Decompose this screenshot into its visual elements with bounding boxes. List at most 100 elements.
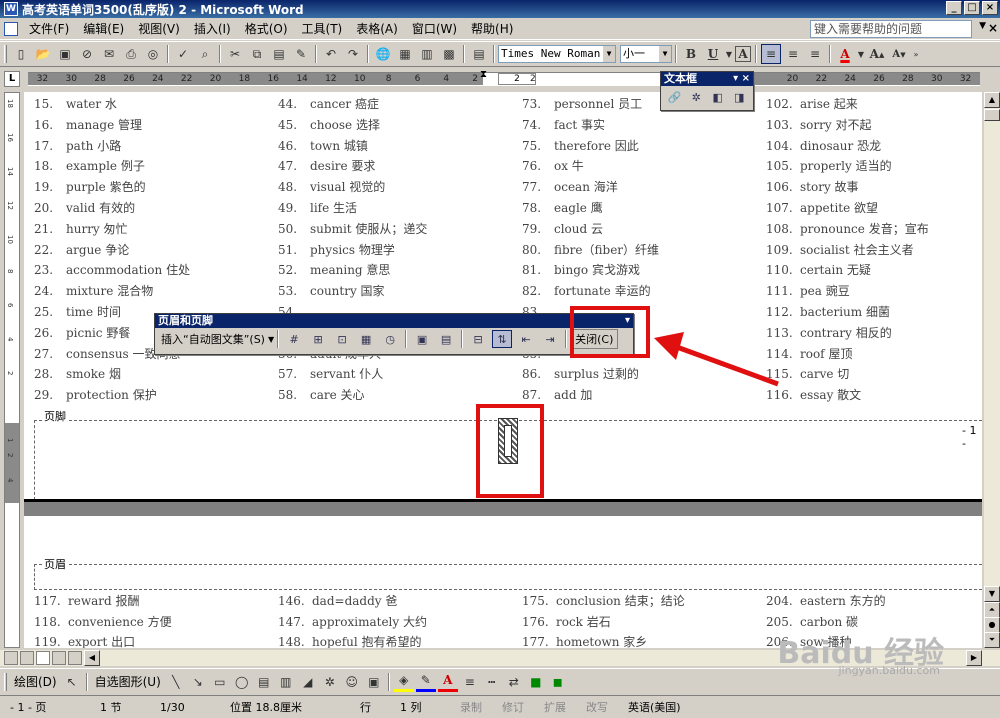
shrink-font-button[interactable]: A ▼ [889,44,909,64]
print-preview-icon[interactable]: ◎ [143,44,163,64]
fill-color-icon[interactable]: ◈ [393,672,414,692]
tables-borders-icon[interactable]: ▦ [395,44,415,64]
document-icon[interactable] [4,21,18,36]
research-icon[interactable]: ⌕ [195,44,215,64]
ruler-strip[interactable]: 2 ⧗ 32 30 28 26 24 22 20 18 16 14 12 10 8 6 4 2 2 20 22 24 2… [28,69,980,86]
next-textbox-icon[interactable]: ◨ [731,88,749,106]
header-footer-toolbar-title[interactable]: 页眉和页脚 ▾ [155,314,633,328]
create-link-icon[interactable]: 🔗 [666,88,684,106]
tab-selector[interactable]: L [4,71,20,87]
line-color-icon[interactable]: ✎ [415,672,436,692]
format-page-number-icon[interactable]: ⊡ [332,330,352,348]
hyperlink-icon[interactable]: 🌐 [373,44,393,64]
font-color-button[interactable]: A [835,44,855,64]
dash-style-icon[interactable]: ┅ [482,672,502,692]
header-area[interactable] [34,564,982,590]
same-as-previous-icon[interactable]: ⊟ [468,330,488,348]
print-view-icon[interactable] [36,651,50,665]
format-painter-icon[interactable]: ✎ [291,44,311,64]
textbox-toolbar[interactable]: 文本框 ▾ × 🔗 ✲ ◧ ◨ [660,71,754,111]
status-record[interactable]: 录制 [450,699,492,715]
scroll-right-icon[interactable]: ▶ [966,650,982,666]
chevron-down-icon[interactable]: ▼ [603,46,615,62]
outline-view-icon[interactable] [52,651,66,665]
scroll-thumb[interactable] [984,109,1000,121]
help-search-input[interactable]: 键入需要帮助的问题 [810,20,972,38]
save-icon[interactable]: ▣ [55,44,75,64]
cut-icon[interactable]: ✂ [225,44,245,64]
permission-icon[interactable]: ⊘ [77,44,97,64]
menu-format[interactable]: 格式(O) [238,19,295,39]
wordart-icon[interactable]: ◢ [298,672,318,692]
open-icon[interactable]: 📂 [33,44,53,64]
maximize-button[interactable]: □ [964,1,980,15]
oval-icon[interactable]: ◯ [232,672,252,692]
menu-file[interactable]: 文件(F) [22,19,76,39]
paste-icon[interactable]: ▤ [269,44,289,64]
vertical-text-box-icon[interactable]: ▥ [276,672,296,692]
document-page-area[interactable]: 15. water 水 44. cancer 癌症 73. personnel 员工 102… [24,92,982,648]
columns-icon[interactable]: ▤ [469,44,489,64]
scroll-left-icon[interactable]: ◀ [84,650,100,666]
draw-menu-button[interactable]: 绘图(D) [10,673,61,690]
previous-page-icon[interactable]: ⏶ [984,602,1000,618]
arrow-icon[interactable]: ↘ [188,672,208,692]
undo-icon[interactable]: ↶ [321,44,341,64]
insert-autotext-button[interactable]: 插入“自动图文集”(S) [158,331,268,347]
status-track[interactable]: 修订 [492,699,534,715]
insert-date-icon[interactable]: ▦ [356,330,376,348]
3d-icon[interactable]: ◼ [548,672,568,692]
first-line-indent-icon[interactable]: ⧗ [480,69,487,80]
draw-font-color-icon[interactable]: A [437,672,458,692]
autoshapes-button[interactable]: 自选图形(U) [91,673,165,690]
status-overtype[interactable]: 改写 [576,699,618,715]
underline-dropdown-icon[interactable]: ▼ [725,44,733,64]
toolbar-options-icon[interactable]: » [911,44,921,64]
menu-edit[interactable]: 编辑(E) [76,19,131,39]
align-right-icon[interactable]: ≡ [805,44,825,64]
grow-font-button[interactable]: A ▲ [867,44,887,64]
scroll-down-icon[interactable]: ▼ [984,586,1000,602]
minimize-button[interactable]: _ [946,1,962,15]
insert-excel-icon[interactable]: ▩ [439,44,459,64]
close-document-icon[interactable]: × [988,21,998,35]
web-view-icon[interactable] [20,651,34,665]
menu-view[interactable]: 视图(V) [131,19,187,39]
header-footer-toolbar[interactable]: 页眉和页脚 ▾ 插入“自动图文集”(S) ▼ # ⊞ ⊡ ▦ ◷ ▣ ▤ ⊟ ⇅… [154,313,634,355]
insert-table-icon[interactable]: ▥ [417,44,437,64]
shadow-icon[interactable]: ■ [526,672,546,692]
close-icon[interactable]: ▾ × [733,72,750,86]
line-style-icon[interactable]: ≡ [460,672,480,692]
menu-tools[interactable]: 工具(T) [295,19,350,39]
insert-time-icon[interactable]: ◷ [380,330,400,348]
page-setup-icon[interactable]: ▣ [412,330,432,348]
show-next-icon[interactable]: ⇥ [540,330,560,348]
chevron-down-icon[interactable]: ▼ [659,46,671,62]
word-app-icon[interactable]: W [4,2,18,16]
font-color-dropdown-icon[interactable]: ▼ [857,44,865,64]
scroll-up-icon[interactable]: ▲ [984,92,1000,108]
font-name-combo[interactable]: Times New Roman ▼ [498,45,616,63]
print-icon[interactable]: ⎙ [121,44,141,64]
redo-icon[interactable]: ↷ [343,44,363,64]
status-extend[interactable]: 扩展 [534,699,576,715]
new-document-icon[interactable]: ▯ [11,44,31,64]
previous-textbox-icon[interactable]: ◧ [709,88,727,106]
clip-art-icon[interactable]: ☺ [342,672,362,692]
show-previous-icon[interactable]: ⇤ [516,330,536,348]
diagram-icon[interactable]: ✲ [320,672,340,692]
char-border-button[interactable]: A [735,46,751,62]
menu-window[interactable]: 窗口(W) [405,19,464,39]
align-left-icon[interactable]: ≡ [761,44,781,64]
select-objects-icon[interactable]: ↖ [62,672,82,692]
close-window-button[interactable]: × [982,1,998,15]
rectangle-icon[interactable]: ▭ [210,672,230,692]
arrow-style-icon[interactable]: ⇄ [504,672,524,692]
line-icon[interactable]: ╲ [166,672,186,692]
help-dropdown-icon[interactable]: ▼ [979,21,986,31]
textbox-toolbar-title[interactable]: 文本框 ▾ × [661,72,753,86]
vertical-scrollbar[interactable]: ▲ ▼ ⏶ ● ⏷ [984,92,1000,648]
font-size-combo[interactable]: 小一 ▼ [620,45,672,63]
next-page-icon[interactable]: ⏷ [984,632,1000,648]
copy-icon[interactable]: ⧉ [247,44,267,64]
